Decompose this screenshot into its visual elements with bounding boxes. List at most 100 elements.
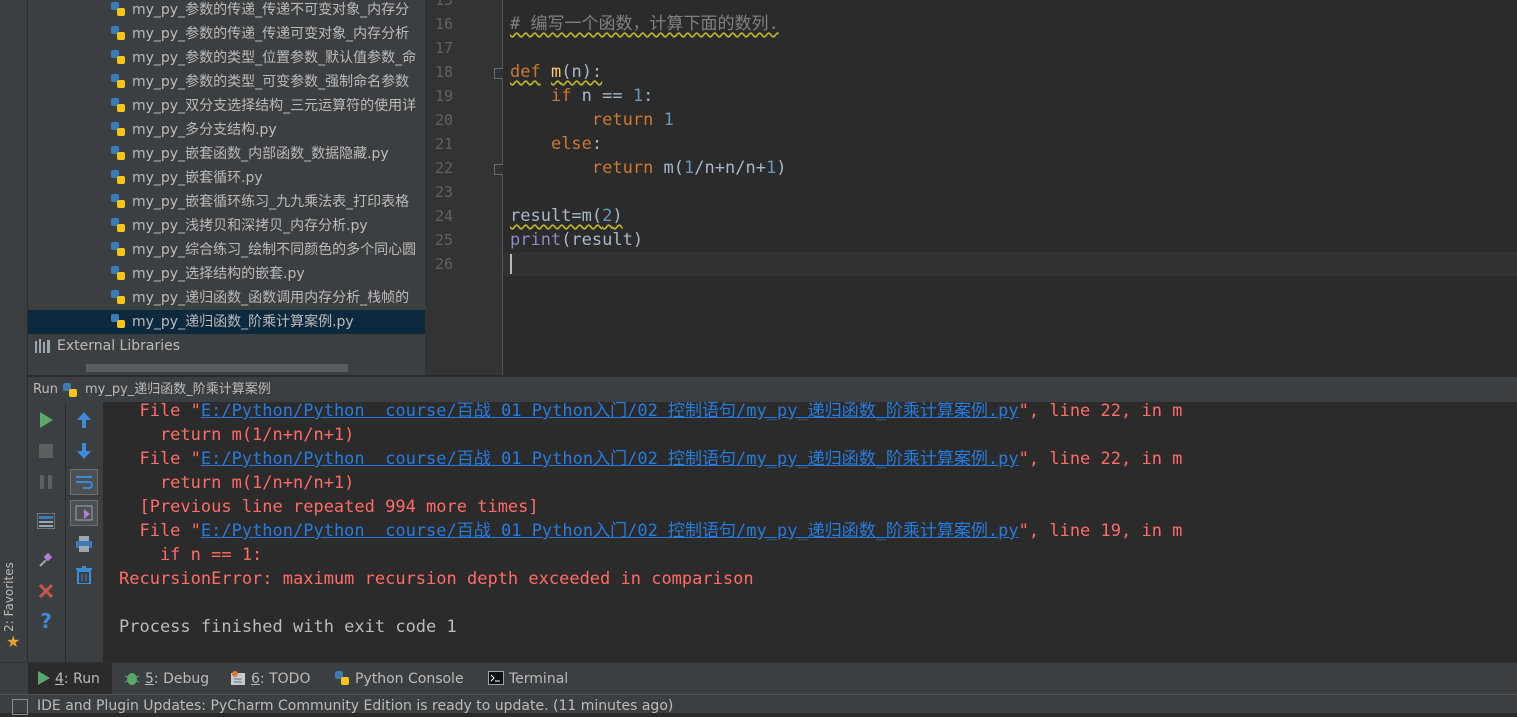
process-exit-message: Process finished with exit code 1 — [119, 617, 457, 637]
code-line-16: # 编写一个函数，计算下面的数列. — [510, 14, 779, 34]
tool-windows-toggle-icon[interactable] — [12, 699, 28, 715]
python-file-icon — [111, 218, 125, 232]
file-tree-item[interactable]: my_py_嵌套循环.py — [28, 166, 263, 190]
close-icon — [39, 584, 53, 598]
python-file-icon — [111, 50, 125, 64]
scroll-to-end-toggle[interactable] — [70, 500, 98, 526]
code-line-20: return 1 — [591, 110, 674, 130]
line-number: 15 — [434, 0, 453, 9]
file-link[interactable]: E:/Python/Python course/百战 01 Python入门/0… — [201, 521, 1019, 541]
python-icon — [335, 671, 349, 685]
file-name-label: my_py_综合练习_绘制不同颜色的多个同心圆 — [132, 242, 417, 258]
stop-icon — [39, 444, 53, 458]
python-file-icon — [111, 314, 125, 328]
editor-gutter: 15 16 17 18 19 20 21 22 23 24 25 26 — [425, 0, 505, 375]
file-tree-item[interactable]: my_py_递归函数_阶乘计算案例.py — [28, 310, 425, 334]
scroll-up-button[interactable] — [71, 408, 97, 432]
file-name-label: my_py_多分支结构.py — [132, 122, 277, 138]
help-button[interactable]: ? — [33, 609, 59, 633]
scroll-down-button[interactable] — [71, 439, 97, 463]
favorites-tab[interactable]: 2: Favorites ★ — [1, 560, 24, 655]
print-icon — [76, 536, 92, 552]
library-icon — [35, 339, 50, 353]
file-tree-item[interactable]: my_py_参数的传递_传递不可变对象_内存分 — [28, 0, 409, 22]
todo-icon — [231, 671, 245, 685]
file-tree-item[interactable]: my_py_选择结构的嵌套.py — [28, 262, 305, 286]
project-tree: my_py_参数的传递_传递不可变对象_内存分 my_py_参数的传递_传递可变对… — [28, 0, 425, 375]
tab-run[interactable]: 4: Run — [28, 663, 112, 695]
console-line: [Previous line repeated 994 more times] — [119, 497, 539, 517]
file-tree-item[interactable]: my_py_参数的传递_传递可变对象_内存分析 — [28, 22, 409, 46]
python-file-icon — [111, 290, 125, 304]
run-label: Run — [33, 382, 58, 397]
file-tree-item[interactable]: my_py_浅拷贝和深拷贝_内存分析.py — [28, 214, 368, 238]
update-notification[interactable]: IDE and Plugin Updates: PyCharm Communit… — [37, 695, 673, 717]
file-tree-item[interactable]: my_py_双分支选择结构_三元运算符的使用详 — [28, 94, 416, 118]
tab-debug[interactable]: 5: Debug — [124, 663, 209, 695]
code-line-21: else: — [550, 134, 603, 154]
line-number: 24 — [434, 207, 453, 225]
file-tree-item[interactable]: my_py_嵌套循环练习_九九乘法表_打印表格 — [28, 190, 409, 214]
python-file-icon — [111, 26, 125, 40]
pin-tab-button[interactable] — [33, 548, 59, 572]
file-name-label: my_py_嵌套循环.py — [132, 170, 263, 186]
file-tree-item[interactable]: my_py_综合练习_绘制不同颜色的多个同心圆 — [28, 238, 416, 262]
code-editor[interactable]: # 编写一个函数，计算下面的数列. def m(n): if n == 1: r… — [503, 0, 1517, 375]
file-link[interactable]: E:/Python/Python course/百战 01 Python入门/0… — [201, 402, 1019, 421]
file-tree-item[interactable]: my_py_参数的类型_可变参数_强制命名参数 — [28, 70, 409, 94]
tab-todo[interactable]: 6: TODO — [230, 663, 310, 695]
file-name-label: my_py_递归函数_阶乘计算案例.py — [132, 314, 354, 330]
line-number: 22 — [434, 159, 453, 177]
line-number: 25 — [434, 231, 453, 249]
dump-threads-button[interactable] — [33, 509, 59, 533]
tab-terminal[interactable]: Terminal — [488, 663, 568, 695]
error-message: RecursionError: maximum recursion depth … — [119, 569, 754, 589]
python-file-icon — [63, 383, 77, 397]
python-file-icon — [111, 170, 125, 184]
run-tool-window-header: Run my_py_递归函数_阶乘计算案例 — [28, 376, 1517, 403]
python-file-icon — [111, 74, 125, 88]
left-tool-strip: 2: Favorites ★ — [0, 0, 28, 662]
favorites-label: 2: Favorites — [1, 562, 16, 632]
file-name-label: my_py_参数的传递_传递可变对象_内存分析 — [132, 26, 410, 42]
file-tree-item[interactable]: my_py_参数的类型_位置参数_默认值参数_命 — [28, 46, 416, 70]
soft-wrap-toggle[interactable] — [70, 469, 98, 495]
line-number: 20 — [434, 111, 453, 129]
file-tree-item[interactable]: my_py_递归函数_函数调用内存分析_栈帧的 — [28, 286, 409, 310]
rerun-button[interactable] — [33, 408, 59, 432]
play-icon — [38, 671, 50, 685]
soft-wrap-icon — [76, 476, 93, 489]
python-file-icon — [111, 98, 125, 112]
external-libraries-node[interactable]: External Libraries — [34, 334, 180, 358]
code-line-22: return m(1/n+n/n+1) — [591, 158, 787, 178]
file-name-label: my_py_参数的类型_位置参数_默认值参数_命 — [132, 50, 417, 66]
run-console-output[interactable]: File "E:/Python/Python course/百战 01 Pyth… — [104, 402, 1517, 662]
run-toolbar-secondary — [66, 402, 104, 662]
file-name-label: my_py_参数的类型_可变参数_强制命名参数 — [132, 74, 410, 90]
file-link[interactable]: E:/Python/Python course/百战 01 Python入门/0… — [201, 449, 1019, 469]
stop-button[interactable] — [33, 439, 59, 463]
terminal-icon — [488, 671, 504, 685]
print-button[interactable] — [71, 532, 97, 556]
console-line: File "E:/Python/Python course/百战 01 Pyth… — [119, 521, 1183, 541]
external-libraries-label: External Libraries — [57, 338, 180, 354]
line-number: 18 — [434, 63, 453, 81]
python-file-icon — [111, 2, 125, 16]
layout-icon — [37, 513, 55, 529]
run-configuration-tab[interactable]: my_py_递归函数_阶乘计算案例 — [85, 377, 271, 403]
file-tree-item[interactable]: my_py_嵌套函数_内部函数_数据隐藏.py — [28, 142, 389, 166]
file-tree-item[interactable]: my_py_多分支结构.py — [28, 118, 277, 142]
tree-horizontal-scrollbar[interactable] — [28, 362, 425, 374]
python-file-icon — [111, 266, 125, 280]
text-caret — [510, 254, 512, 274]
file-name-label: my_py_双分支选择结构_三元运算符的使用详 — [132, 98, 417, 114]
play-icon — [40, 412, 53, 428]
pause-button[interactable] — [33, 470, 59, 494]
close-button[interactable] — [33, 579, 59, 603]
code-line-18: def m(n): — [510, 62, 603, 82]
tool-window-bar: 4: Run 5: Debug 6: TODO Python Console T… — [0, 662, 1517, 695]
clear-all-button[interactable] — [71, 563, 97, 587]
code-line-25: print(result) — [510, 230, 644, 250]
line-number: 17 — [434, 39, 453, 57]
tab-python-console[interactable]: Python Console — [334, 663, 464, 695]
